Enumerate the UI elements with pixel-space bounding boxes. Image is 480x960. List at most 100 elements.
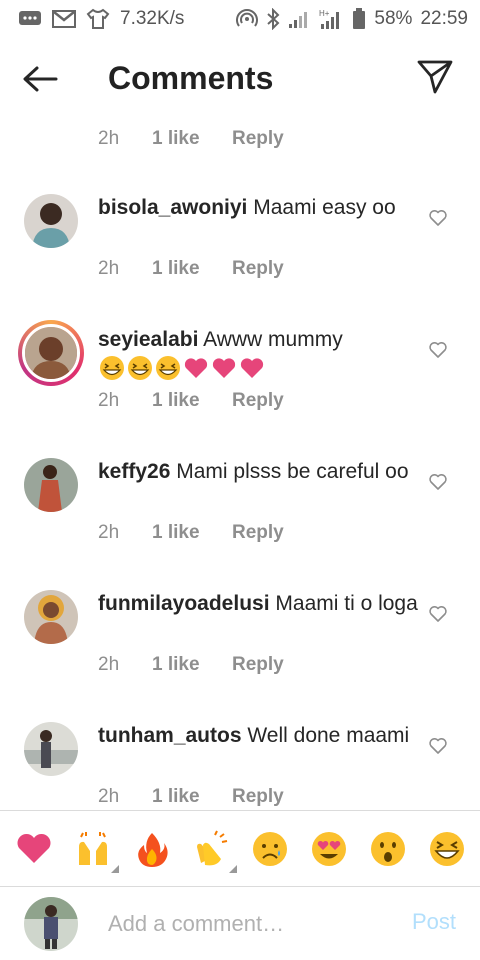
- comment-time: 2h: [98, 654, 120, 675]
- comment-meta: 2h 1 like Reply: [98, 128, 284, 150]
- comment-meta: 2h 1 like Reply: [98, 786, 284, 808]
- comment-text: bisola_awoniyi Maami easy oo: [98, 194, 418, 222]
- fire-emoji: [137, 832, 168, 867]
- clapping-hands-emoji: [196, 830, 227, 865]
- avatar[interactable]: [24, 722, 78, 776]
- comment-meta: 2h 1 like Reply: [98, 522, 284, 544]
- heart-outline-icon: [429, 342, 447, 358]
- grinning-squint-emoji: [126, 355, 154, 381]
- status-right: H+ 58% 22:59: [236, 8, 468, 30]
- signal-icon: [288, 9, 310, 29]
- reply-button[interactable]: Reply: [232, 128, 284, 150]
- comment-body: Maami ti o loga: [275, 592, 418, 615]
- reply-button[interactable]: Reply: [232, 258, 284, 280]
- avatar-story-ring[interactable]: [18, 320, 84, 386]
- bluetooth-icon: [266, 8, 280, 30]
- reply-button[interactable]: Reply: [232, 390, 284, 412]
- comment-meta: 2h 1 like Reply: [98, 258, 284, 280]
- send-icon: [417, 60, 453, 94]
- heart-outline-icon: [429, 474, 447, 490]
- clapping-hands-emoji-button[interactable]: [189, 827, 237, 873]
- pink-heart-emoji: [182, 355, 210, 381]
- pink-heart-emoji: [238, 355, 266, 381]
- comment-likes[interactable]: 1 like: [152, 390, 232, 412]
- comment-meta: 2h 1 like Reply: [98, 390, 284, 412]
- heart-eyes-emoji-button[interactable]: [307, 827, 351, 871]
- comment-text: keffy26 Mami plsss be careful oo: [98, 458, 418, 486]
- header: Comments: [0, 38, 480, 122]
- comment-text: funmilayoadelusi Maami ti o loga: [98, 590, 418, 618]
- avatar[interactable]: [24, 194, 78, 248]
- grinning-squint-emoji: [98, 355, 126, 381]
- comment-input-bar: Post: [0, 886, 480, 960]
- shirt-icon: [86, 8, 110, 30]
- current-user-avatar: [24, 897, 78, 951]
- comment-body: Well done maami: [247, 724, 410, 747]
- comment-time: 2h: [98, 390, 120, 411]
- grinning-squint-emoji: [154, 355, 182, 381]
- like-button[interactable]: [428, 340, 448, 360]
- like-button[interactable]: [428, 604, 448, 624]
- comment-item: tunham_autos Well done maami 2h 1 like R…: [0, 722, 480, 810]
- surprised-face-emoji-button[interactable]: [366, 827, 410, 871]
- comment-item: funmilayoadelusi Maami ti o loga 2h 1 li…: [0, 590, 480, 722]
- page-title: Comments: [108, 60, 274, 96]
- comment-username[interactable]: seyiealabi: [98, 328, 198, 351]
- comment-input[interactable]: [108, 907, 388, 941]
- crying-face-emoji-button[interactable]: [248, 827, 292, 871]
- heart-eyes-emoji: [311, 831, 346, 866]
- comment-body: Mami plsss be careful oo: [176, 460, 409, 483]
- comment-likes[interactable]: 1 like: [152, 786, 232, 808]
- heart-outline-icon: [429, 738, 447, 754]
- comment-time: 2h: [98, 522, 120, 543]
- red-heart-emoji: [16, 833, 51, 863]
- grinning-squint-emoji: [429, 831, 464, 866]
- arrow-left-icon: [23, 66, 58, 92]
- comment-item: seyiealabi Awww mummy 2h 1 like Reply: [0, 320, 480, 458]
- grinning-squint-emoji-button[interactable]: [425, 827, 469, 871]
- reply-button[interactable]: Reply: [232, 522, 284, 544]
- comment-likes[interactable]: 1 like: [152, 654, 232, 676]
- variants-indicator: [228, 864, 237, 873]
- comment-item: bisola_awoniyi Maami easy oo 2h 1 like R…: [0, 194, 480, 326]
- comment-time: 2h: [98, 258, 120, 279]
- heart-outline-icon: [429, 606, 447, 622]
- avatar[interactable]: [24, 458, 78, 512]
- red-heart-emoji-button[interactable]: [12, 827, 56, 871]
- post-button[interactable]: Post: [412, 909, 456, 935]
- comment-body: Maami easy oo: [253, 196, 396, 219]
- gmail-icon: [52, 9, 76, 29]
- comment-body: Awww mummy: [203, 328, 343, 351]
- avatar[interactable]: [24, 590, 78, 644]
- comment-username[interactable]: funmilayoadelusi: [98, 592, 270, 615]
- comment-text: seyiealabi Awww mummy: [98, 326, 418, 382]
- send-button[interactable]: [416, 58, 454, 96]
- comment-time: 2h: [98, 128, 120, 149]
- raising-hands-emoji-button[interactable]: [71, 827, 119, 873]
- like-button[interactable]: [428, 736, 448, 756]
- avatar: [22, 324, 80, 382]
- signal-h-icon: H+: [318, 8, 344, 30]
- comment-username[interactable]: tunham_autos: [98, 724, 242, 747]
- hotspot-icon: [236, 9, 259, 29]
- comments-list[interactable]: 2h 1 like Reply bisola_awoniyi Maami eas…: [0, 122, 480, 810]
- battery-icon: [352, 8, 366, 30]
- reply-button[interactable]: Reply: [232, 786, 284, 808]
- fire-emoji-button[interactable]: [130, 827, 174, 871]
- comment-username[interactable]: keffy26: [98, 460, 170, 483]
- comment-username[interactable]: bisola_awoniyi: [98, 196, 247, 219]
- status-left: 7.32K/s: [18, 8, 184, 30]
- comment-likes[interactable]: 1 like: [152, 522, 232, 544]
- comment-likes[interactable]: 1 like: [152, 128, 232, 150]
- reply-button[interactable]: Reply: [232, 654, 284, 676]
- back-button[interactable]: [22, 62, 62, 96]
- status-bar: 7.32K/s H+ 58% 22:59: [0, 0, 480, 38]
- comment-text: tunham_autos Well done maami: [98, 722, 418, 750]
- comment-meta: 2h 1 like Reply: [98, 654, 284, 676]
- like-button[interactable]: [428, 208, 448, 228]
- pink-heart-emoji: [210, 355, 238, 381]
- like-button[interactable]: [428, 472, 448, 492]
- comment-time: 2h: [98, 786, 120, 807]
- comment-likes[interactable]: 1 like: [152, 258, 232, 280]
- svg-text:H+: H+: [319, 9, 330, 18]
